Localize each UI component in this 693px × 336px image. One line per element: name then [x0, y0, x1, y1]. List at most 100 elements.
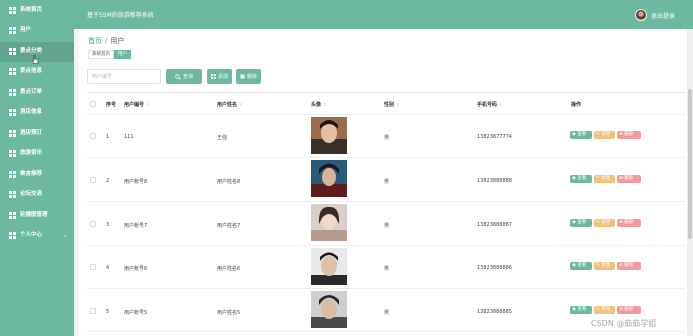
- user-avatar-photo: [311, 117, 347, 154]
- column-header-avatar[interactable]: 头像 ⇕: [311, 101, 326, 108]
- sidebar-item-label: 景点信息: [20, 68, 43, 74]
- user-no-search-input[interactable]: [87, 69, 161, 84]
- sidebar-item-label: 酒店信息: [20, 109, 43, 115]
- sidebar-item-label: 美食推荐: [20, 171, 43, 177]
- grid-icon: [9, 48, 16, 55]
- delete-button[interactable]: ⊗ 删除: [617, 306, 641, 314]
- edit-button[interactable]: ✎ 修改: [594, 219, 615, 227]
- view-button[interactable]: ◉ 查看: [570, 262, 592, 270]
- sidebar-item-home[interactable]: 系统首页: [0, 1, 74, 21]
- cell-user-no: 用户账号7: [124, 223, 148, 229]
- column-header-gender[interactable]: 性别 ⇕: [384, 101, 399, 108]
- watermark: CSDN @茹茹学姐: [591, 319, 657, 328]
- row-divider: [87, 245, 685, 246]
- grid-icon: [9, 150, 16, 157]
- batch-delete-button[interactable]: 删除: [236, 69, 261, 84]
- sidebar-item-label: 个人中心: [20, 232, 43, 238]
- cell-phone: 13823888888: [477, 178, 512, 184]
- sidebar-item-hotel-info[interactable]: 酒店信息: [0, 103, 74, 123]
- sort-icon[interactable]: ⇕: [239, 102, 242, 107]
- view-button[interactable]: ◉ 查看: [570, 306, 592, 314]
- sidebar-item-spot-info[interactable]: 景点信息: [0, 62, 74, 82]
- delete-button[interactable]: ⊗ 删除: [617, 219, 641, 227]
- cell-index: 4: [106, 265, 110, 271]
- cell-user-no: 用户账号6: [124, 266, 148, 272]
- cell-gender: 男: [384, 310, 390, 316]
- cell-name: 王强: [217, 135, 228, 141]
- breadcrumb-current: 用户: [110, 37, 125, 45]
- sort-icon[interactable]: ⇕: [396, 102, 399, 107]
- sort-icon[interactable]: ⇕: [146, 102, 149, 107]
- sidebar-item-forum[interactable]: 论坛交流: [0, 185, 74, 205]
- cell-gender: 男: [384, 135, 390, 141]
- sidebar-item-label: 系统首页: [20, 7, 43, 13]
- add-button[interactable]: 添加: [207, 69, 232, 84]
- sidebar-item-spot-orders[interactable]: 景点订单: [0, 83, 74, 103]
- main-content: 首页/用户 系统首页 用户 查询 添加 删除 序号 用户编号⇕ 用户姓名⇕ 头像…: [79, 29, 687, 336]
- sidebar-item-travel-news[interactable]: 旅游资讯: [0, 144, 74, 164]
- breadcrumb-home-link[interactable]: 首页: [88, 37, 102, 45]
- add-button-label: 添加: [217, 74, 228, 80]
- cell-user-no: 111: [124, 134, 134, 140]
- grid-icon: [210, 74, 216, 79]
- logout-link[interactable]: 退出登录: [651, 11, 675, 20]
- row-checkbox[interactable]: [90, 221, 96, 227]
- sidebar: 系统首页 用户 景点分类 景点信息 景点订单 酒店信息 酒店预订 旅游资讯 美食…: [0, 0, 74, 336]
- delete-button[interactable]: ⊗ 删除: [617, 175, 641, 183]
- delete-button[interactable]: ⊗ 删除: [617, 131, 641, 139]
- user-avatar-photo: [311, 291, 347, 328]
- id-card-icon: [9, 232, 16, 239]
- column-header-actions: 操作: [571, 102, 582, 108]
- breadcrumb: 首页 / 用户: [88, 36, 124, 46]
- grid-icon: [9, 212, 16, 219]
- cell-phone: 13823888886: [477, 265, 512, 271]
- avatar[interactable]: [635, 9, 647, 21]
- sidebar-item-food[interactable]: 美食推荐: [0, 165, 74, 185]
- sort-icon[interactable]: ⇕: [499, 102, 502, 107]
- edit-button[interactable]: ✎ 修改: [594, 306, 615, 314]
- search-button[interactable]: 查询: [166, 69, 202, 84]
- row-checkbox[interactable]: [90, 264, 96, 270]
- select-all-checkbox[interactable]: [90, 101, 96, 107]
- user-avatar-photo: [311, 248, 347, 285]
- column-header-phone[interactable]: 手机号码 ⇕: [477, 101, 502, 108]
- cell-name: 用户姓名5: [217, 310, 241, 316]
- table-top-divider: [87, 92, 685, 93]
- chevron-down-icon: ⌄: [63, 232, 69, 239]
- tab-users[interactable]: 用户: [114, 50, 131, 59]
- view-button[interactable]: ◉ 查看: [570, 131, 592, 139]
- sidebar-item-hotel-booking[interactable]: 酒店预订: [0, 124, 74, 144]
- row-divider: [87, 114, 685, 115]
- tab-home[interactable]: 系统首页: [88, 50, 114, 59]
- vertical-scrollbar[interactable]: [687, 29, 693, 336]
- row-divider: [87, 201, 685, 202]
- sort-icon[interactable]: ⇕: [323, 102, 326, 107]
- row-checkbox[interactable]: [90, 133, 96, 139]
- sidebar-item-profile[interactable]: 个人中心 ⌄: [0, 226, 74, 246]
- row-checkbox[interactable]: [90, 177, 96, 183]
- scrollbar-thumb[interactable]: [688, 89, 692, 239]
- top-bar: 基于SSM的旅游推荐系统 退出登录: [74, 0, 693, 29]
- edit-button[interactable]: ✎ 修改: [594, 131, 615, 139]
- user-avatar-photo: [311, 204, 347, 241]
- grid-icon: [9, 27, 16, 34]
- flag-icon: [9, 191, 16, 198]
- send-icon: [9, 89, 16, 96]
- sidebar-item-label: 轮播图管理: [20, 212, 48, 218]
- edit-button[interactable]: ✎ 修改: [594, 175, 615, 183]
- view-button[interactable]: ◉ 查看: [570, 175, 592, 183]
- cell-user-no: 用户账号5: [124, 310, 148, 316]
- edit-button[interactable]: ✎ 修改: [594, 262, 615, 270]
- sidebar-item-users[interactable]: 用户: [0, 21, 74, 41]
- cell-gender: 男: [384, 223, 390, 229]
- sidebar-item-label: 酒店预订: [20, 130, 43, 136]
- cell-index: 5: [106, 309, 110, 315]
- column-header-name[interactable]: 用户姓名 ⇕: [217, 101, 242, 108]
- grid-icon: [9, 130, 16, 137]
- sidebar-item-carousel[interactable]: 轮播图管理: [0, 206, 74, 226]
- row-checkbox[interactable]: [90, 308, 96, 314]
- grid-icon: [9, 171, 16, 178]
- view-button[interactable]: ◉ 查看: [570, 219, 592, 227]
- delete-button[interactable]: ⊗ 删除: [617, 262, 641, 270]
- column-header-user-no[interactable]: 用户编号 ⇕: [124, 101, 149, 108]
